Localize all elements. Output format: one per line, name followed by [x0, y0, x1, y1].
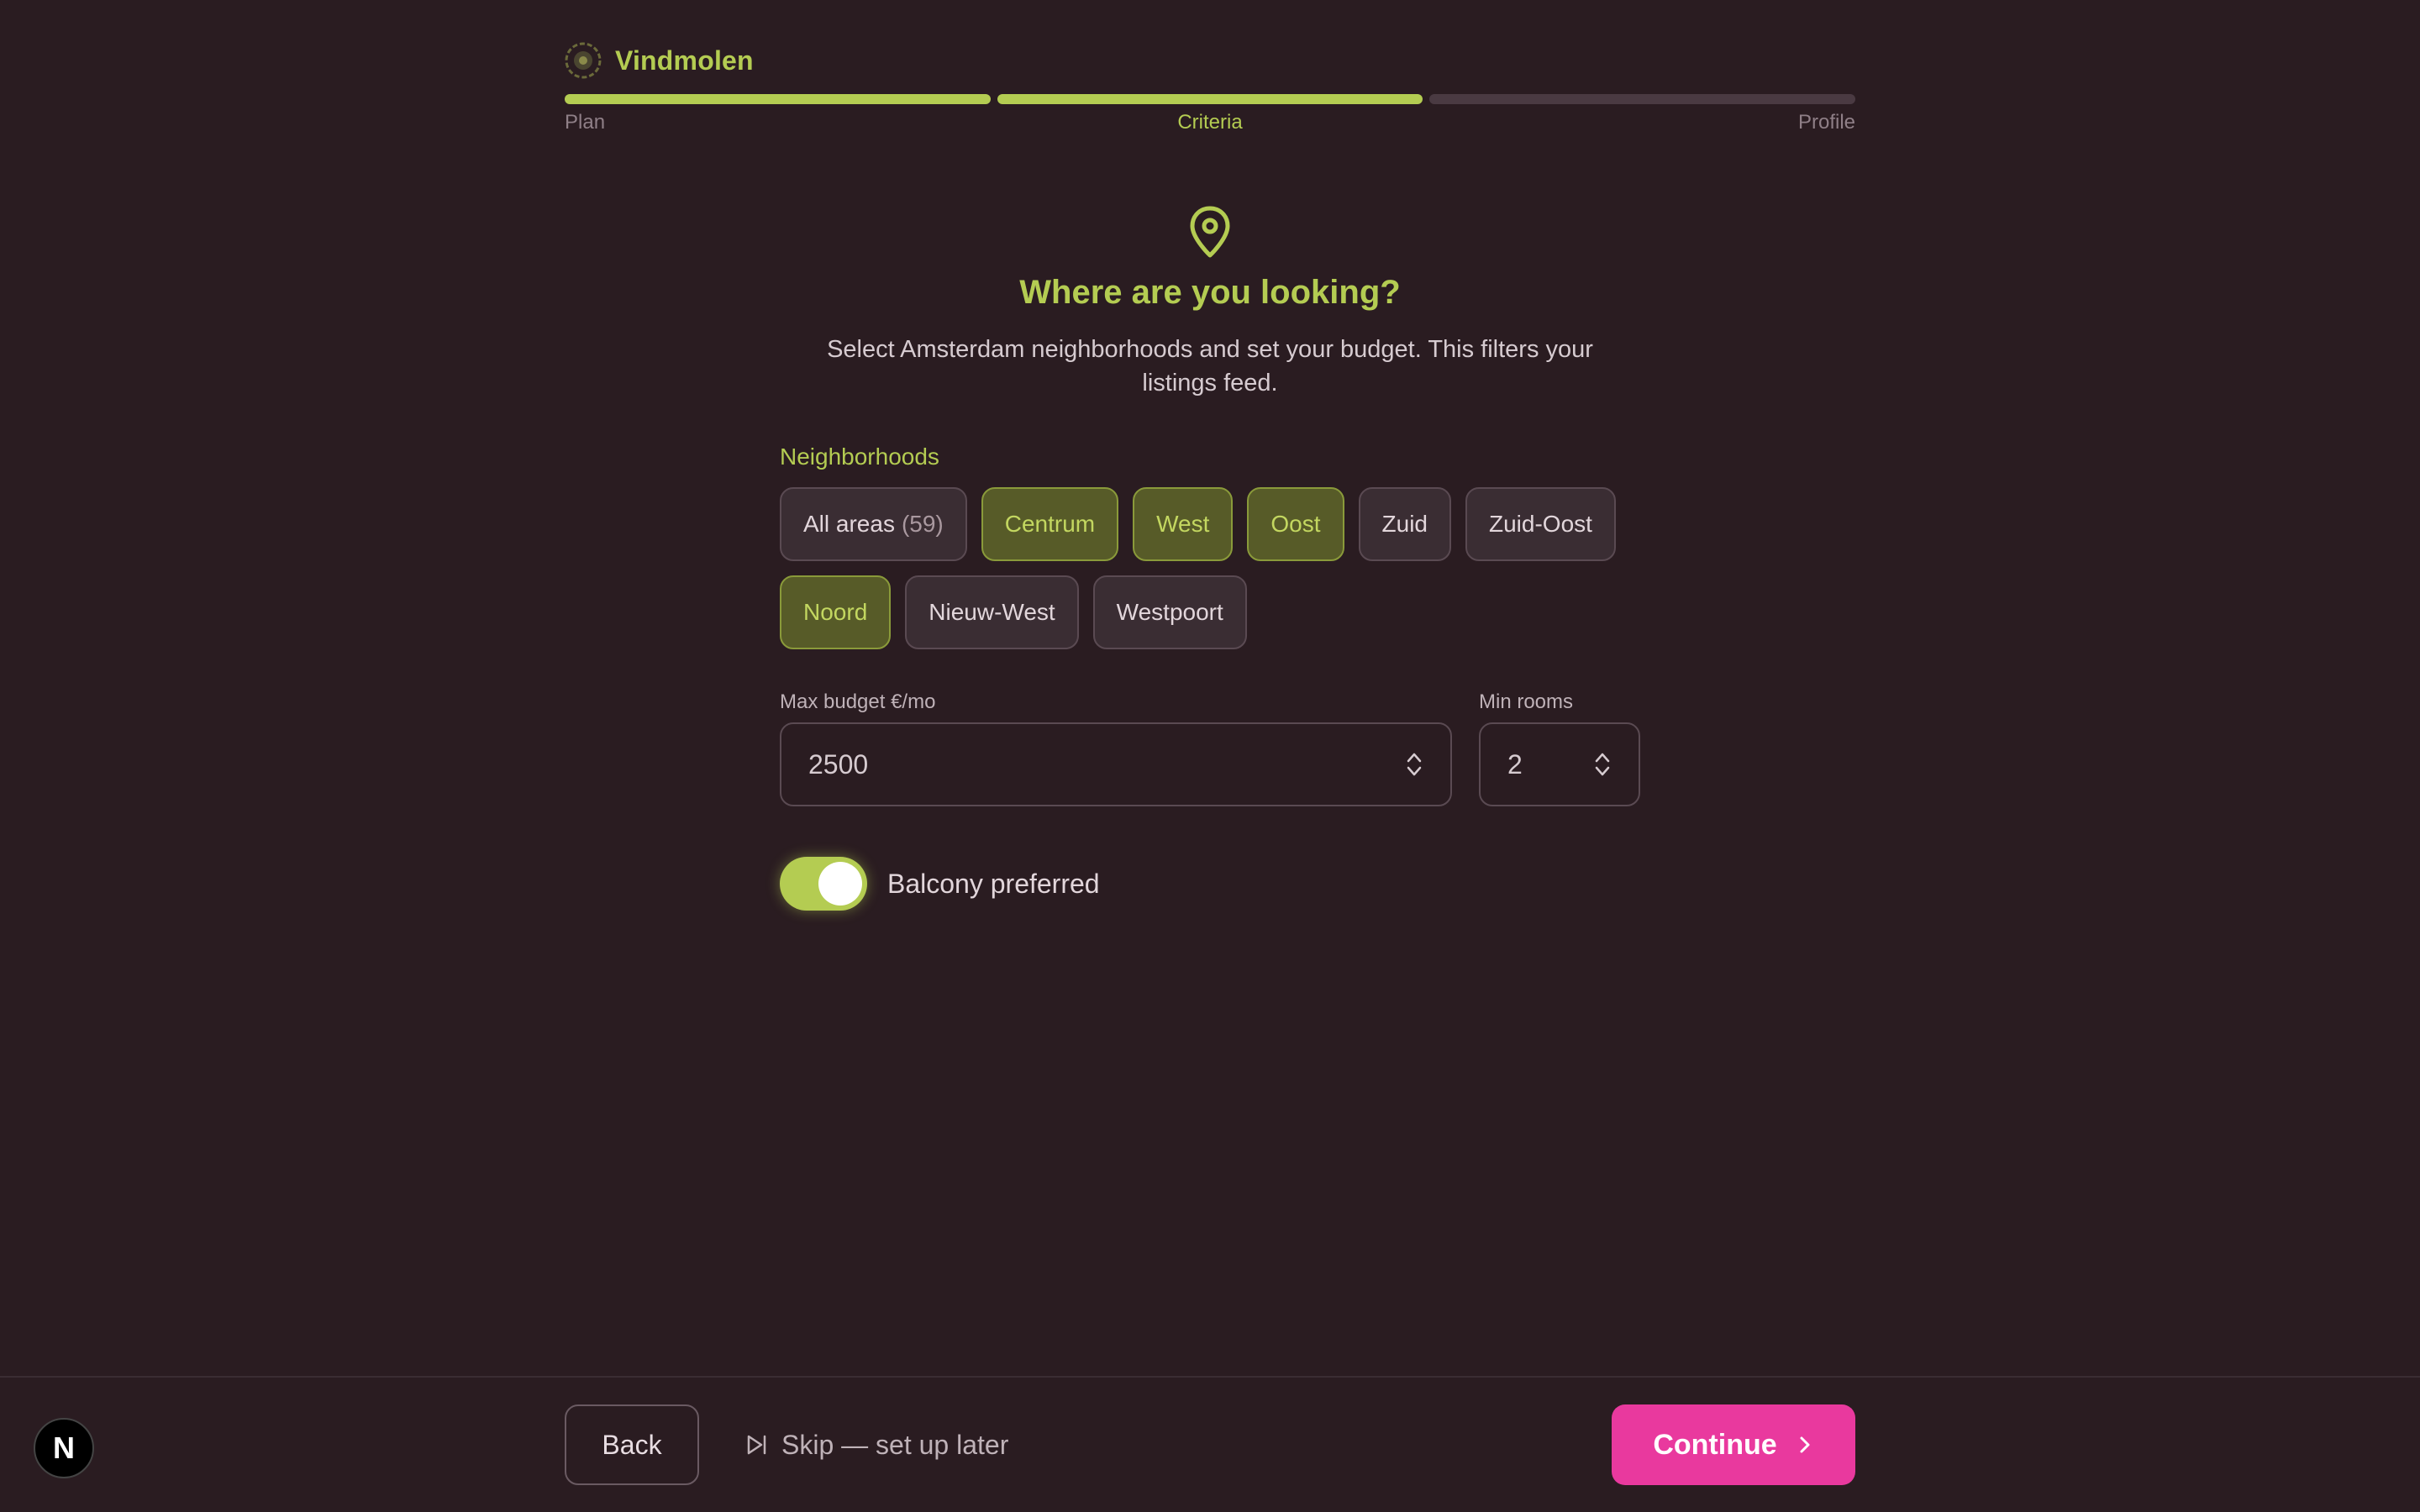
progress-segment-criteria [997, 94, 1423, 104]
footer-divider [0, 1376, 2420, 1378]
progress-steps: Plan Criteria Profile [565, 111, 1855, 136]
chip-westpoort[interactable]: Westpoort [1092, 575, 1247, 649]
windmill-logo-icon [565, 42, 602, 79]
step-label-plan: Plan [565, 111, 606, 134]
rooms-input[interactable]: 2 [1479, 722, 1640, 806]
chip-noord[interactable]: Noord [780, 575, 892, 649]
chip-label: Nieuw-West [929, 599, 1055, 625]
onboarding-page: Vindmolen Plan Criteria Profile Where ar… [0, 0, 2420, 1512]
brand: Vindmolen [565, 42, 754, 79]
skip-button[interactable]: Skip — set up later [744, 1404, 1008, 1485]
chip-label: Zuid-Oost [1489, 511, 1592, 537]
chip-nieuw-west[interactable]: Nieuw-West [905, 575, 1079, 649]
number-spinner-icon[interactable] [1593, 749, 1612, 780]
progress-segment-profile [1429, 94, 1856, 104]
budget-value: 2500 [808, 748, 869, 780]
chip-label: West [1156, 511, 1210, 537]
neighborhood-chips: All areas (59) Centrum West Oost Zuid Zu… [780, 487, 1670, 649]
chip-label: Westpoort [1116, 599, 1223, 625]
continue-button[interactable]: Continue [1612, 1404, 1855, 1485]
toggle-knob [818, 862, 862, 906]
rooms-label: Min rooms [1479, 690, 1574, 713]
skip-label: Skip — set up later [781, 1429, 1009, 1460]
neighborhoods-label: Neighborhoods [780, 444, 939, 470]
chip-zuid[interactable]: Zuid [1358, 487, 1451, 561]
balcony-label[interactable]: Balcony preferred [887, 869, 1100, 900]
map-pin-icon [1190, 206, 1230, 258]
budget-label: Max budget €/mo [780, 690, 936, 713]
progress-segment-plan [565, 94, 991, 104]
chip-all-areas[interactable]: All areas (59) [780, 487, 967, 561]
balcony-toggle-row: Balcony preferred [780, 857, 1100, 911]
page-subtitle: Select Amsterdam neighborhoods and set y… [827, 336, 1593, 396]
balcony-toggle[interactable] [780, 857, 867, 911]
rooms-value: 2 [1507, 748, 1523, 780]
chip-label: Zuid [1381, 511, 1428, 537]
chip-west[interactable]: West [1133, 487, 1234, 561]
app-name: Vindmolen [615, 45, 754, 76]
continue-label: Continue [1653, 1428, 1777, 1461]
skip-forward-icon [747, 1435, 766, 1455]
chip-zuid-oost[interactable]: Zuid-Oost [1465, 487, 1616, 561]
chevron-right-icon [1800, 1436, 1810, 1453]
step-label-criteria: Criteria [1177, 111, 1243, 134]
dev-tools-badge[interactable]: N [34, 1418, 94, 1478]
chip-label: Centrum [1004, 511, 1096, 537]
chip-label: All areas [803, 511, 895, 537]
chip-centrum[interactable]: Centrum [981, 487, 1119, 561]
chip-label: Oost [1270, 511, 1321, 537]
chip-count: (59) [901, 511, 944, 537]
back-button[interactable]: Back [565, 1404, 699, 1485]
chip-label: Noord [803, 599, 868, 625]
progress-bar [565, 94, 1856, 104]
number-spinner-icon[interactable] [1405, 749, 1423, 780]
budget-input[interactable]: 2500 [780, 722, 1452, 806]
chip-oost[interactable]: Oost [1247, 487, 1344, 561]
page-title: Where are you looking? [1019, 274, 1401, 311]
step-label-profile: Profile [1797, 111, 1855, 134]
